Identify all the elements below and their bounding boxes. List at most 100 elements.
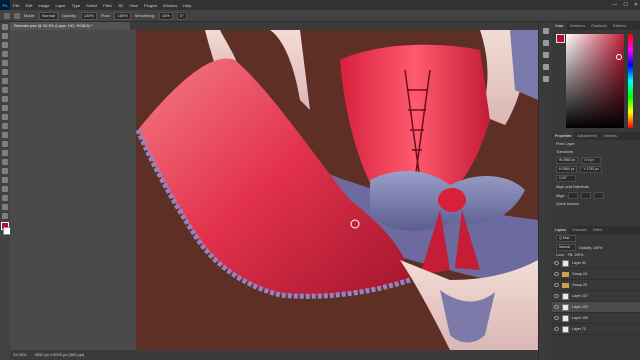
tab-patterns[interactable]: Patterns [610,22,629,30]
fg-color-chip[interactable] [556,34,565,43]
layer-filter-kind[interactable]: Q Kind [556,235,576,242]
artwork-canvas[interactable] [10,30,538,350]
path-select-icon[interactable] [2,177,8,183]
tab-paths[interactable]: Paths [590,226,605,234]
eyedropper-tool-icon[interactable] [2,78,8,84]
menu-image[interactable]: Image [35,3,52,8]
mode-select[interactable]: Normal [39,11,59,20]
align-center-button[interactable] [581,192,591,199]
hand-tool-icon[interactable] [2,195,8,201]
hue-slider[interactable] [628,34,633,128]
zoom-level[interactable]: 33.33% [13,350,27,360]
layer-row[interactable]: Layer 72 [552,324,640,335]
tab-properties[interactable]: Properties [552,132,575,140]
menu-filter[interactable]: Filter [100,3,115,8]
color-picker-field[interactable] [566,34,624,128]
menu-edit[interactable]: Edit [22,3,35,8]
blur-tool-icon[interactable] [2,141,8,147]
layer-row-selected[interactable]: Layer 192 [552,302,640,313]
menu-plugins[interactable]: Plugins [141,3,160,8]
x-field[interactable]: X 0 px [581,157,602,164]
blend-mode-select[interactable]: Normal [556,244,576,251]
crop-tool-icon[interactable] [2,60,8,66]
history-brush-icon[interactable] [2,114,8,120]
eraser-tool-icon[interactable] [2,123,8,129]
layer-thumbnail [562,292,569,300]
tab-gradients[interactable]: Gradients [588,22,610,30]
lasso-tool-icon[interactable] [2,42,8,48]
tab-swatches[interactable]: Swatches [567,22,589,30]
actions-icon[interactable] [543,40,549,46]
visibility-eye-icon[interactable] [554,305,559,309]
tab-layers[interactable]: Layers [552,226,569,234]
healing-tool-icon[interactable] [2,87,8,93]
stamp-tool-icon[interactable] [2,105,8,111]
color-panel [552,30,640,132]
character-icon[interactable] [543,76,549,82]
layer-thumbnail [562,303,569,311]
angle-field[interactable]: 0° [176,11,187,20]
layer-name: Layer 72 [572,327,586,331]
layer-row[interactable]: Group 24 [552,269,640,280]
menu-file[interactable]: File [10,3,22,8]
width-field[interactable]: W 3960 px [556,157,579,164]
marquee-tool-icon[interactable] [2,33,8,39]
maximize-button[interactable]: ☐ [623,0,627,10]
layer-row[interactable]: Layer 190 [552,313,640,324]
pen-tool-icon[interactable] [2,159,8,165]
zoom-tool-icon[interactable] [2,204,8,210]
layer-row[interactable]: Layer 31 [552,258,640,269]
layer-opacity[interactable]: Opacity: 100% [579,246,602,250]
menu-view[interactable]: View [126,3,141,8]
menu-bar: Ps File Edit Image Layer Type Select Fil… [0,0,640,10]
brush-preset-icon[interactable] [14,12,20,19]
visibility-eye-icon[interactable] [554,272,559,276]
close-button[interactable]: ✕ [634,0,638,10]
move-tool-icon[interactable] [2,24,8,30]
tab-color[interactable]: Color [552,22,567,30]
type-tool-icon[interactable] [2,168,8,174]
align-right-button[interactable] [594,192,604,199]
menu-help[interactable]: Help [180,3,194,8]
tab-adjustments[interactable]: Adjustments [574,132,600,140]
document-tab[interactable]: Remake.psd @ 33.3% (Layer 192, RGB/8) * [10,22,130,30]
menu-window[interactable]: Window [160,3,180,8]
opacity-field[interactable]: 100% [80,11,97,20]
layer-row[interactable]: Layer 107 [552,291,640,302]
angle-field-prop[interactable]: 0,00° [556,175,576,182]
smoothing-field[interactable]: 10% [158,11,173,20]
visibility-eye-icon[interactable] [554,283,559,287]
menu-type[interactable]: Type [69,3,84,8]
tab-channels[interactable]: Channels [569,226,590,234]
layer-row[interactable]: Group 25 [552,280,640,291]
brush-tool-icon[interactable] [2,96,8,102]
layer-name: Layer 192 [572,305,588,309]
app-logo[interactable]: Ps [0,0,10,10]
history-icon[interactable] [543,28,549,34]
dodge-tool-icon[interactable] [2,150,8,156]
height-field[interactable]: H 3960 px [556,166,578,173]
y-field[interactable]: Y 1792 px [580,166,602,173]
layer-fill[interactable]: Fill: 100% [568,253,584,257]
menu-3d[interactable]: 3D [115,3,126,8]
color-picker-handle[interactable] [616,54,622,60]
shape-tool-icon[interactable] [2,186,8,192]
menu-layer[interactable]: Layer [52,3,68,8]
align-left-button[interactable] [568,192,578,199]
brushes-icon[interactable] [543,52,549,58]
flow-field[interactable]: 100% [114,11,131,20]
home-icon[interactable] [4,12,10,19]
brush-settings-icon[interactable] [543,64,549,70]
frame-tool-icon[interactable] [2,69,8,75]
menu-select[interactable]: Select [83,3,100,8]
select-tool-icon[interactable] [2,51,8,57]
visibility-eye-icon[interactable] [554,294,559,298]
visibility-eye-icon[interactable] [554,327,559,331]
gradient-tool-icon[interactable] [2,132,8,138]
minimize-button[interactable]: — [612,0,617,10]
visibility-eye-icon[interactable] [554,316,559,320]
more-tools-icon[interactable] [2,213,8,219]
tab-libraries[interactable]: Libraries [600,132,620,140]
visibility-eye-icon[interactable] [554,261,559,265]
canvas-area[interactable] [10,30,538,350]
